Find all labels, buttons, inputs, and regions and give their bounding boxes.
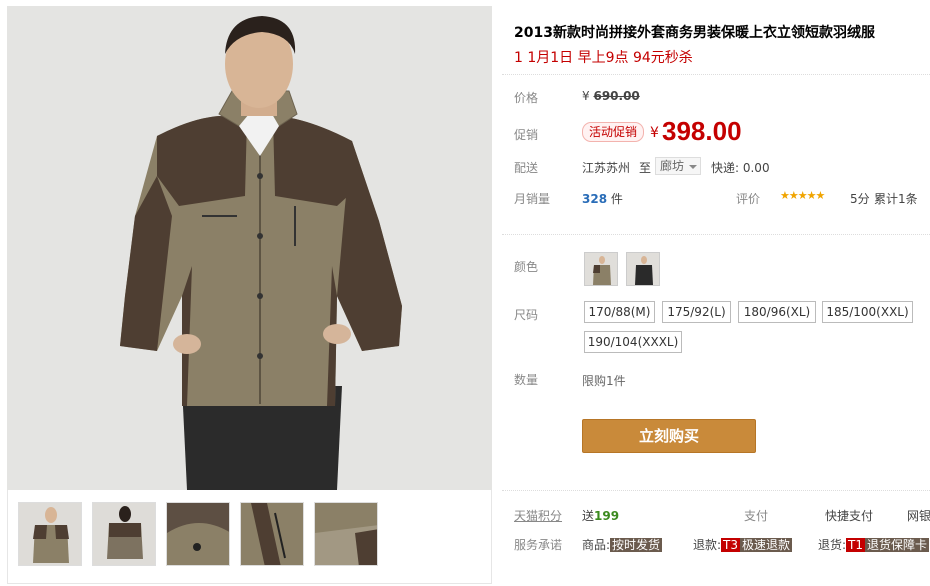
size-option-xxxl[interactable]: 190/104(XXXL)	[584, 331, 682, 353]
divider	[502, 234, 930, 235]
product-gallery	[7, 6, 492, 584]
original-price: ¥ 690.00	[582, 89, 640, 103]
express-fee: 快递: 0.00	[711, 161, 770, 175]
thumbnail-5[interactable]	[314, 502, 378, 566]
monthly-sales-unit: 件	[610, 192, 623, 206]
size-option-xxl[interactable]: 185/100(XXL)	[822, 301, 913, 323]
service-return-label: 退货:	[818, 538, 847, 552]
jacket-model-illustration	[7, 6, 492, 490]
rating-label: 评价	[736, 192, 761, 206]
tmall-points-label[interactable]: 天猫积分	[514, 507, 562, 524]
shipping-to-label: 至	[639, 161, 652, 175]
quick-pay: 快捷支付	[825, 509, 874, 523]
size-label: 尺码	[514, 308, 539, 322]
thumbnail-4[interactable]	[240, 502, 304, 566]
monthly-sales-count: 328	[582, 192, 608, 206]
divider	[502, 490, 930, 491]
rating-score: 5分	[850, 192, 870, 206]
points-number: 199	[594, 509, 620, 523]
original-price-currency: ¥	[582, 89, 590, 103]
promo-badge: 活动促销	[582, 122, 645, 142]
monthly-sales: 328 件	[582, 190, 623, 207]
thumbnail-1[interactable]	[18, 502, 82, 566]
return-guarantee-badge: 退货保障卡	[865, 538, 930, 552]
buy-now-button[interactable]: 立刻购买	[582, 419, 756, 453]
chevron-down-icon	[689, 165, 697, 169]
service-goods-label: 商品:	[582, 538, 611, 552]
service-return: 退货: T1 退货保障卡	[818, 536, 930, 553]
service-label: 服务承诺	[514, 538, 563, 552]
thumbnail-2[interactable]	[92, 502, 156, 566]
payment-label: 支付	[744, 509, 769, 523]
size-option-l[interactable]: 175/92(L)	[662, 301, 731, 323]
promo-price: 398.00	[662, 116, 742, 146]
color-label: 颜色	[514, 260, 539, 274]
main-product-image	[7, 6, 492, 490]
promo-currency: ¥	[650, 125, 659, 141]
original-price-value: 690.00	[593, 89, 640, 103]
destination-select[interactable]: 廊坊	[655, 157, 701, 175]
product-title: 2013新款时尚拼接外套商务男装保暖上衣立领短款羽绒服	[514, 25, 875, 41]
product-info-panel: 2013新款时尚拼接外套商务男装保暖上衣立领短款羽绒服 1 1月1日 早上9点 …	[492, 0, 930, 586]
rating-stars-icon: ★★★★★	[780, 189, 825, 202]
product-subtitle: 1 1月1日 早上9点 94元秒杀	[514, 50, 693, 66]
size-option-xl[interactable]: 180/96(XL)	[738, 301, 816, 323]
quantity-label: 数量	[514, 373, 539, 387]
size-option-m[interactable]: 170/88(M)	[584, 301, 655, 323]
monthly-sales-label: 月销量	[514, 192, 551, 206]
service-refund: 退款: T3 极速退款	[693, 536, 793, 553]
shipping-from: 江苏苏州	[582, 161, 631, 175]
points-send: 送	[582, 509, 595, 523]
purchase-limit: 限购1件	[582, 374, 626, 388]
thumbnail-3[interactable]	[166, 502, 230, 566]
return-t1-badge: T1	[846, 538, 866, 552]
service-goods: 商品: 按时发货	[582, 536, 663, 553]
online-banking: 网银	[907, 509, 930, 523]
refund-t3-badge: T3	[721, 538, 741, 552]
review-count-link[interactable]: 累计1条	[874, 190, 918, 207]
points-value: 送199	[582, 507, 619, 524]
color-swatch-khaki[interactable]	[584, 252, 618, 286]
divider	[502, 74, 930, 75]
thumbnail-strip	[7, 490, 492, 584]
color-swatch-black[interactable]	[626, 252, 660, 286]
ontime-ship-badge: 按时发货	[610, 538, 663, 552]
promo-label: 促销	[514, 128, 539, 142]
fast-refund-badge: 极速退款	[740, 538, 793, 552]
price-label: 价格	[514, 91, 539, 105]
service-refund-label: 退款:	[693, 538, 722, 552]
shipping-label: 配送	[514, 161, 539, 175]
destination-value: 廊坊	[660, 159, 685, 173]
